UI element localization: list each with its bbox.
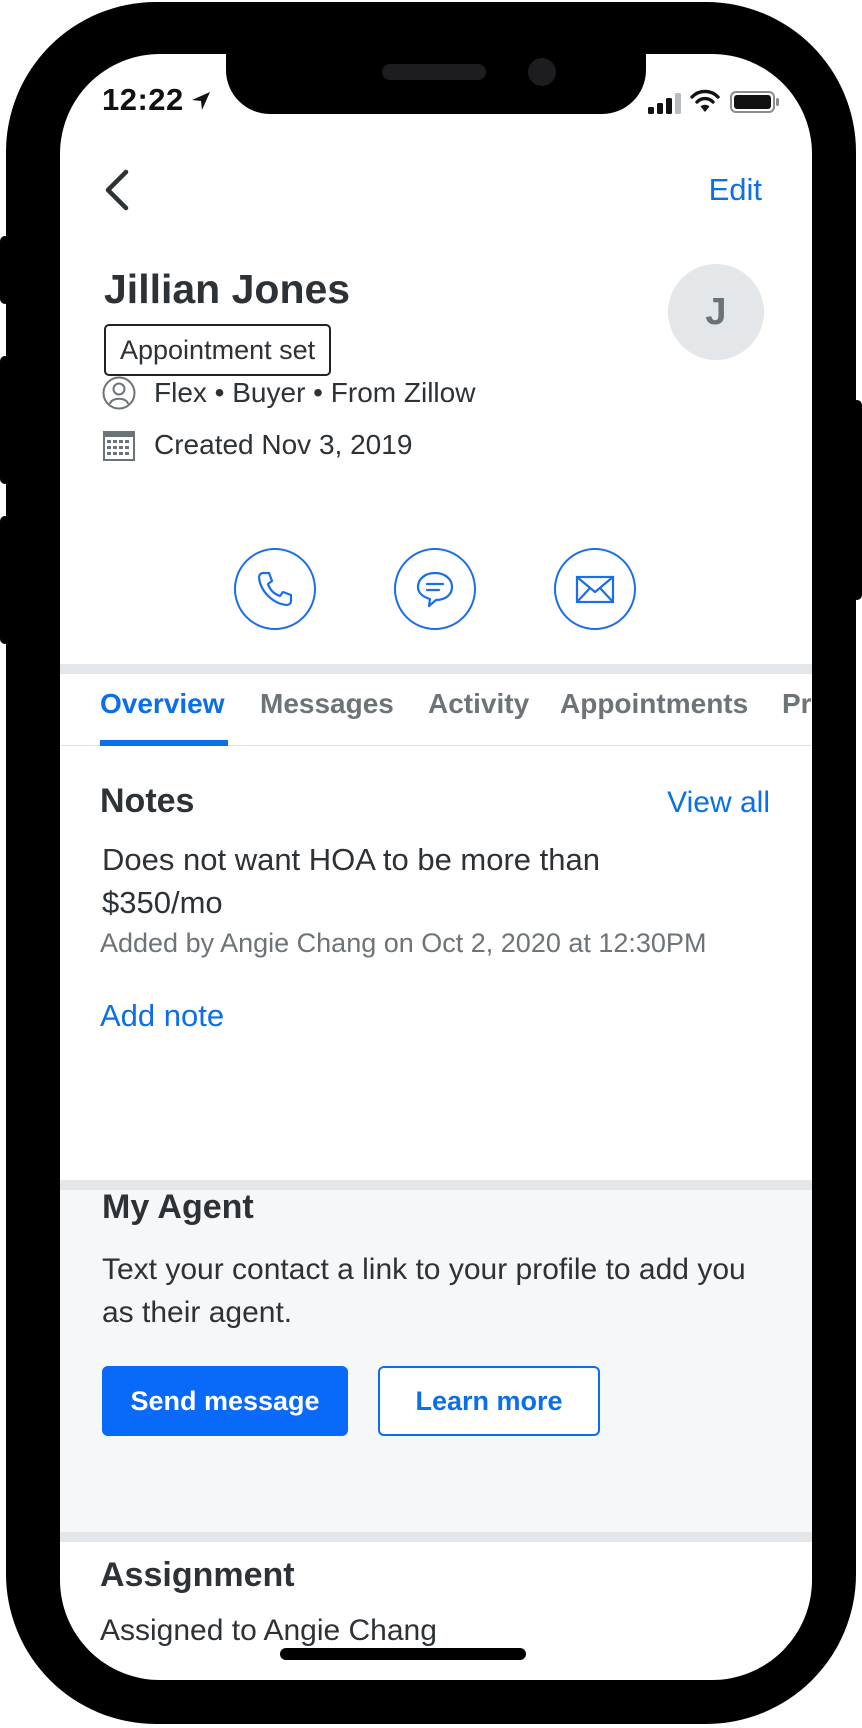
tab-activity[interactable]: Activity bbox=[428, 688, 529, 720]
my-agent-title: My Agent bbox=[102, 1188, 254, 1226]
cellular-signal-icon bbox=[648, 93, 681, 114]
power-button bbox=[852, 400, 862, 600]
chat-icon bbox=[416, 571, 454, 608]
mail-icon bbox=[575, 575, 615, 604]
note-text: Does not want HOA to be more than $350/m… bbox=[102, 842, 600, 920]
call-button[interactable] bbox=[234, 548, 316, 630]
stage-badge[interactable]: Appointment set bbox=[104, 324, 332, 376]
calendar-icon bbox=[103, 431, 135, 461]
assignment-title: Assignment bbox=[100, 1556, 295, 1594]
text-button[interactable] bbox=[394, 548, 476, 630]
speaker-grille bbox=[382, 64, 486, 80]
created-text: Created Nov 3, 2019 bbox=[154, 429, 413, 460]
learn-more-button[interactable]: Learn more bbox=[378, 1366, 600, 1436]
edit-button[interactable]: Edit bbox=[709, 172, 762, 208]
source-text: Flex • Buyer • From Zillow bbox=[154, 377, 476, 408]
wifi-icon bbox=[690, 89, 720, 112]
assigned-to-text: Assigned to Angie Chang bbox=[100, 1614, 437, 1647]
tab-overview[interactable]: Overview bbox=[100, 688, 225, 720]
phone-icon bbox=[257, 571, 293, 607]
notes-title: Notes bbox=[100, 782, 195, 820]
location-arrow-icon bbox=[192, 92, 210, 110]
volume-down-button bbox=[0, 516, 10, 644]
home-indicator[interactable] bbox=[280, 1648, 526, 1660]
source-row: Flex • Buyer • From Zillow bbox=[102, 376, 475, 410]
battery-icon bbox=[730, 91, 779, 113]
section-divider bbox=[60, 1532, 812, 1542]
created-row: Created Nov 3, 2019 bbox=[102, 428, 412, 462]
status-time: 12:22 bbox=[102, 82, 184, 117]
front-camera bbox=[528, 58, 556, 86]
person-icon bbox=[102, 376, 136, 410]
tab-bar: Overview Messages Activity Appointments … bbox=[60, 670, 812, 746]
note-meta: Added by Angie Chang on Oct 2, 2020 at 1… bbox=[100, 928, 707, 958]
app-screen: 12:22 Edit Jillian Jones Appointment set… bbox=[60, 54, 812, 1680]
active-tab-indicator bbox=[100, 740, 228, 746]
tab-messages[interactable]: Messages bbox=[260, 688, 394, 720]
email-button[interactable] bbox=[554, 548, 636, 630]
volume-up-button bbox=[0, 356, 10, 484]
add-note-link[interactable]: Add note bbox=[100, 998, 224, 1034]
send-message-button[interactable]: Send message bbox=[102, 1366, 348, 1436]
device-notch bbox=[226, 54, 646, 114]
back-chevron-icon[interactable] bbox=[100, 166, 136, 214]
mute-switch bbox=[0, 236, 10, 304]
my-agent-description: Text your contact a link to your profile… bbox=[102, 1253, 746, 1329]
tab-truncated[interactable]: Pr bbox=[782, 688, 812, 720]
contact-name: Jillian Jones bbox=[104, 266, 351, 312]
my-agent-section bbox=[60, 1190, 812, 1540]
view-all-notes-link[interactable]: View all bbox=[667, 786, 770, 820]
avatar: J bbox=[668, 264, 764, 360]
phone-frame: 12:22 Edit Jillian Jones Appointment set… bbox=[6, 2, 856, 1724]
tab-appointments[interactable]: Appointments bbox=[560, 688, 748, 720]
